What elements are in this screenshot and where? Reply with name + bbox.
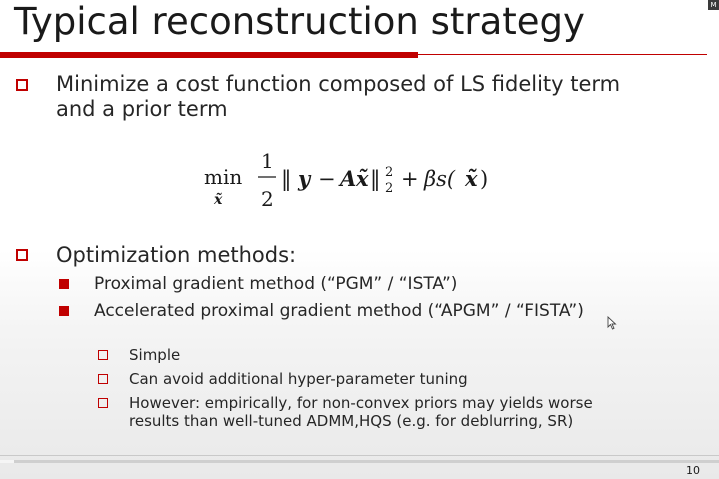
mouse-pointer-icon	[607, 316, 617, 330]
filled-square-bullet-icon	[59, 279, 69, 289]
bullet-text-line: and a prior term	[56, 97, 228, 121]
bullet-text-line: Optimization methods:	[56, 243, 297, 267]
formula-fraction-numerator: 1	[261, 149, 274, 173]
video-progress-bar[interactable]	[0, 460, 719, 463]
formula-y: y	[297, 166, 312, 191]
square-bullet-icon	[16, 79, 28, 91]
page-number: 10	[686, 464, 700, 477]
formula-beta-s: βs(	[423, 167, 456, 191]
slide-footer-rule	[0, 455, 719, 456]
bullet-text-line: Minimize a cost function composed of LS …	[56, 72, 621, 96]
video-progress-played	[0, 460, 15, 463]
note-item: Can avoid additional hyper-parameter tun…	[129, 370, 468, 388]
title-underline-accent	[0, 52, 418, 58]
formula-norm-subscript: 2	[385, 181, 393, 196]
formula-min: min	[204, 165, 242, 189]
title-underline-rule	[418, 54, 707, 55]
square-bullet-icon	[16, 249, 28, 261]
formula-norm-open: ‖	[281, 167, 292, 192]
slide-title: Typical reconstruction strategy	[14, 0, 585, 43]
cost-function-formula: min x̃ 1 2 ‖ y − A x̃ ‖ 2 2 + βs( x̃ )	[204, 149, 488, 211]
method-item: Proximal gradient method (“PGM” / “ISTA”…	[94, 274, 458, 294]
formula-min-subscript: x̃	[213, 191, 223, 208]
note-item: Simple	[129, 346, 181, 364]
formula-minus: −	[318, 167, 336, 191]
note-item-line: results than well-tuned ADMM,HQS (e.g. f…	[129, 412, 574, 430]
corner-logo-icon: M	[708, 0, 719, 10]
formula-x-arg: x̃	[464, 166, 478, 191]
hollow-square-bullet-icon	[98, 350, 108, 360]
note-item-line: However: empirically, for non-convex pri…	[129, 394, 593, 412]
formula-norm-power: 2	[385, 165, 393, 180]
formula-norm-close: ‖	[370, 167, 381, 192]
hollow-square-bullet-icon	[98, 374, 108, 384]
filled-square-bullet-icon	[59, 306, 69, 316]
formula-fraction-denominator: 2	[261, 187, 274, 211]
formula-close-paren: )	[480, 167, 488, 191]
formula-A: A	[338, 166, 356, 191]
formula-x: x̃	[355, 166, 369, 191]
formula-plus: +	[401, 167, 419, 191]
method-item: Accelerated proximal gradient method (“A…	[94, 301, 584, 321]
hollow-square-bullet-icon	[98, 398, 108, 408]
